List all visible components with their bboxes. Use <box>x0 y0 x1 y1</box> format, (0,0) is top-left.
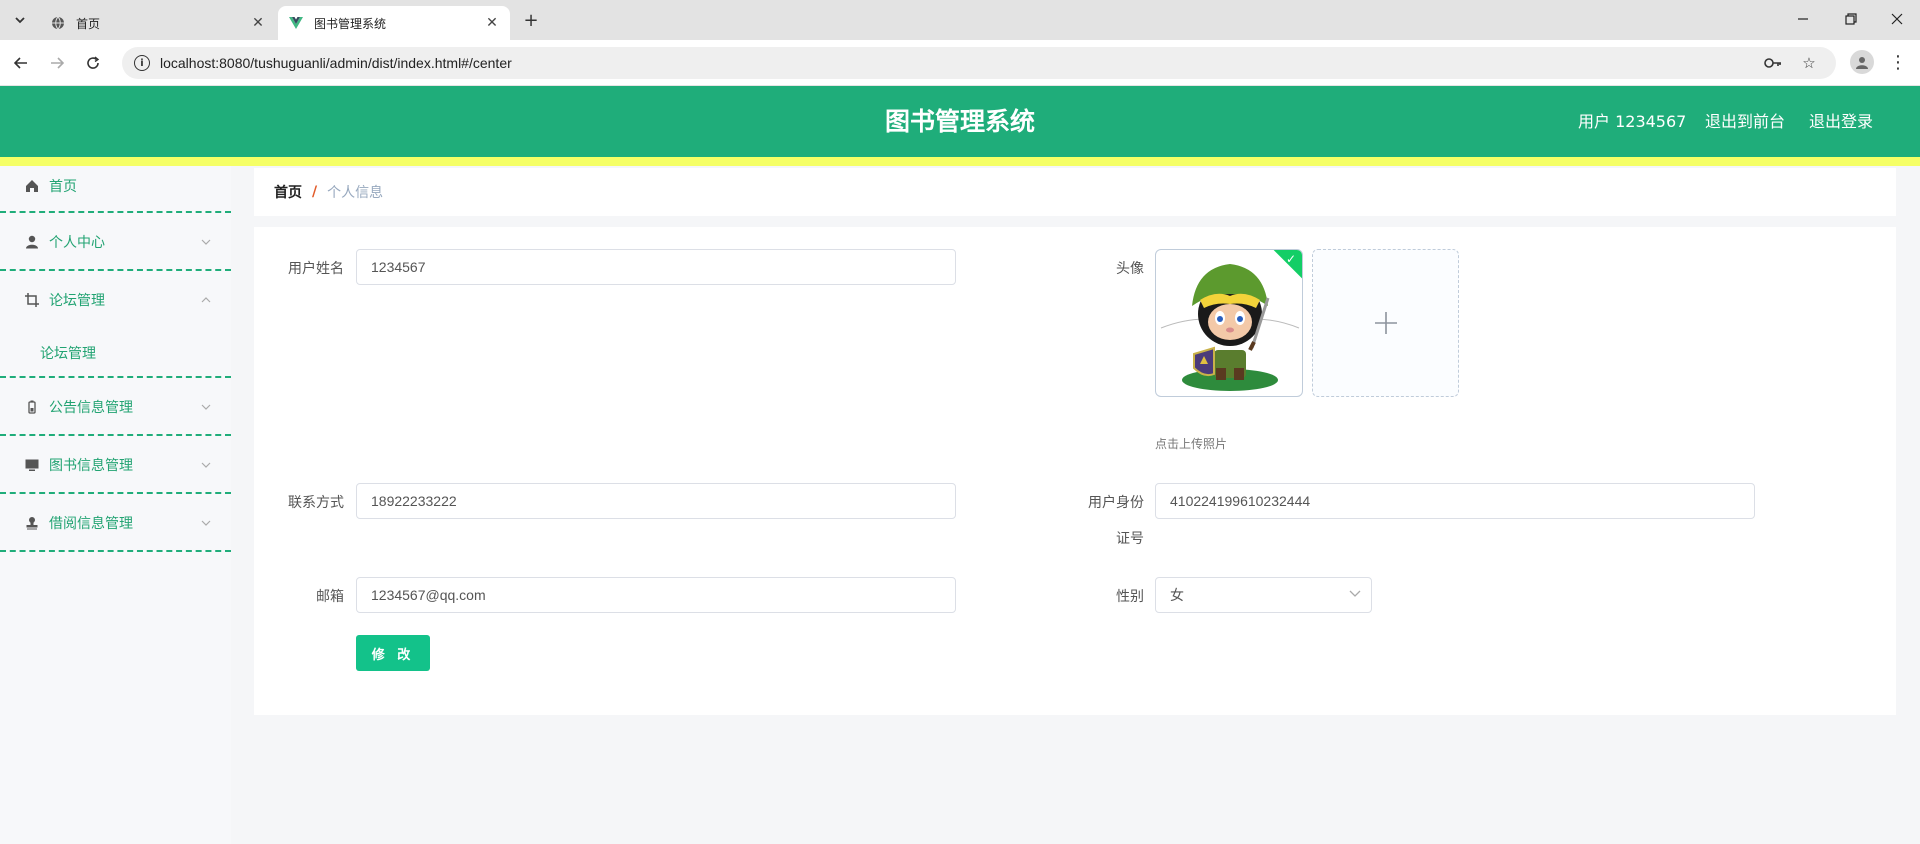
username-field[interactable]: 1234567 <box>356 249 956 285</box>
sidebar-item-label: 论坛管理 <box>49 293 105 309</box>
current-user-label: 用户 1234567 <box>1578 112 1687 131</box>
tab-title: 图书管理系统 <box>314 16 387 31</box>
restore-icon[interactable] <box>1838 6 1864 32</box>
sidebar-subitem-forum-management[interactable]: 论坛管理 <box>40 343 96 363</box>
minimize-icon[interactable] <box>1790 6 1816 32</box>
sidebar-menu: 首页 个人中心 论坛管理 论坛管理 公告信息管理 图书信息管理 借阅信息管理 <box>0 166 231 844</box>
new-tab-plus-icon[interactable]: + <box>520 9 542 31</box>
browser-menu-icon[interactable]: ⋮ <box>1886 50 1910 74</box>
plus-icon <box>1374 312 1397 334</box>
username-label: 用户姓名 <box>288 261 344 277</box>
sidebar-divider <box>0 550 231 552</box>
home-icon <box>24 178 40 194</box>
chevron-down-icon <box>1349 588 1361 601</box>
avatar-upload-button[interactable] <box>1312 249 1459 397</box>
app-header: 图书管理系统 用户 1234567 退出到前台 退出登录 <box>0 86 1920 166</box>
breadcrumb-separator: / <box>312 184 318 200</box>
tab-title: 首页 <box>76 16 101 31</box>
upload-tip: 点击上传照片 <box>1155 437 1228 451</box>
breadcrumb-current: 个人信息 <box>327 185 384 201</box>
gender-select-value: 女 <box>1170 588 1184 604</box>
idcard-label-line2: 证号 <box>1116 531 1144 547</box>
sidebar-item-label: 首页 <box>49 179 77 195</box>
profile-form-card <box>254 227 1896 715</box>
monitor-icon <box>24 457 40 473</box>
site-info-icon[interactable]: i <box>134 55 150 71</box>
sidebar-item-home[interactable]: 首页 <box>0 166 231 206</box>
idcard-field[interactable]: 410224199610232444 <box>1155 483 1755 519</box>
breadcrumb: 首页 / 个人信息 <box>254 168 1896 216</box>
chevron-up-icon <box>201 293 211 306</box>
user-icon <box>24 234 40 250</box>
breadcrumb-home-link[interactable]: 首页 <box>274 182 302 202</box>
idcard-label-line1: 用户身份 <box>1088 495 1144 511</box>
check-icon: ✓ <box>1285 252 1296 266</box>
crop-icon <box>24 292 40 308</box>
sidebar-item-borrow-management[interactable]: 借阅信息管理 <box>0 494 231 552</box>
sidebar-item-label: 图书信息管理 <box>49 458 133 474</box>
chevron-down-icon <box>201 458 211 471</box>
avatar-label: 头像 <box>1116 261 1144 277</box>
vue-logo-icon <box>288 15 304 31</box>
window-close-icon[interactable] <box>1884 6 1910 32</box>
back-arrow-icon[interactable] <box>8 50 34 76</box>
header-accent-strip <box>0 157 1920 166</box>
forward-arrow-icon[interactable] <box>44 50 70 76</box>
phone-label: 联系方式 <box>288 495 344 511</box>
sidebar-item-personal-center[interactable]: 个人中心 <box>0 213 231 271</box>
avatar-cartoon-picture <box>1160 264 1300 391</box>
sidebar-item-book-management[interactable]: 图书信息管理 <box>0 436 231 494</box>
close-icon[interactable]: ✕ <box>484 15 500 31</box>
gender-label: 性别 <box>1116 589 1144 605</box>
back-to-front-link[interactable]: 退出到前台 <box>1705 86 1785 157</box>
stamp-icon <box>24 515 40 531</box>
reload-icon[interactable] <box>80 50 106 76</box>
url-text: localhost:8080/tushuguanli/admin/dist/in… <box>160 55 512 71</box>
tab-library-system[interactable]: 图书管理系统 ✕ <box>278 6 510 40</box>
browser-tab-bar: 首页 ✕ 图书管理系统 ✕ + <box>0 0 1920 40</box>
gender-select[interactable]: 女 <box>1155 577 1372 613</box>
chevron-down-icon <box>201 235 211 248</box>
sidebar-item-label: 借阅信息管理 <box>49 516 133 532</box>
chevron-down-icon <box>15 17 25 24</box>
phone-field[interactable]: 18922233222 <box>356 483 956 519</box>
password-key-icon[interactable] <box>1762 52 1784 74</box>
tab-search-button[interactable] <box>8 8 32 32</box>
chevron-down-icon <box>201 400 211 413</box>
logout-link[interactable]: 退出登录 <box>1809 86 1873 157</box>
email-label: 邮箱 <box>316 589 344 605</box>
tab-home[interactable]: 首页 ✕ <box>40 6 276 40</box>
sidebar-item-label: 公告信息管理 <box>49 400 133 416</box>
email-field[interactable]: 1234567@qq.com <box>356 577 956 613</box>
battery-icon <box>24 399 40 415</box>
chevron-down-icon <box>201 516 211 529</box>
avatar-image[interactable]: ✓ <box>1155 249 1303 397</box>
bookmark-star-icon[interactable]: ☆ <box>1798 52 1820 74</box>
submit-modify-button[interactable]: 修 改 <box>356 635 430 671</box>
browser-toolbar: i localhost:8080/tushuguanli/admin/dist/… <box>0 40 1920 86</box>
sidebar-item-notice-management[interactable]: 公告信息管理 <box>0 378 231 436</box>
globe-icon <box>50 15 66 31</box>
profile-avatar-icon[interactable] <box>1850 50 1874 74</box>
sidebar-item-forum-management[interactable]: 论坛管理 <box>0 271 231 329</box>
address-bar[interactable]: i localhost:8080/tushuguanli/admin/dist/… <box>122 47 1836 79</box>
close-icon[interactable]: ✕ <box>250 15 266 31</box>
sidebar-item-label: 个人中心 <box>49 235 105 251</box>
